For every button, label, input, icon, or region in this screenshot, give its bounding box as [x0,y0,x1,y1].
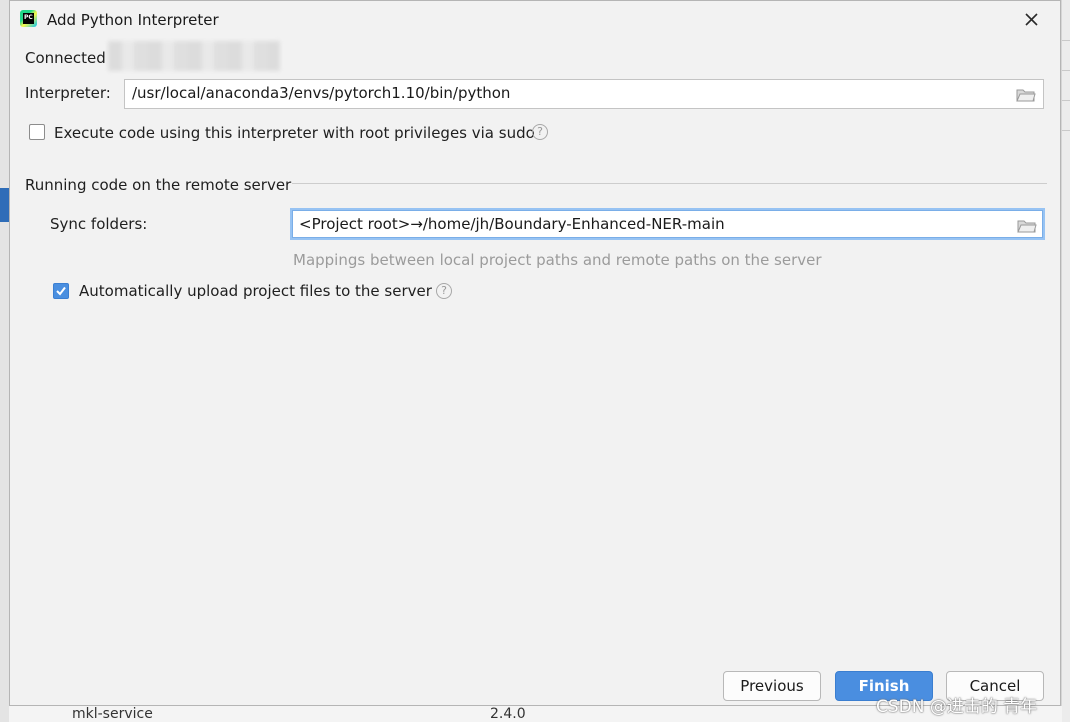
sync-folders-field[interactable]: <Project root>→/home/jh/Boundary-Enhance… [290,208,1045,240]
question-icon[interactable]: ? [532,124,548,140]
section-header: Running code on the remote server [25,176,292,194]
sudo-label: Execute code using this interpreter with… [54,124,535,142]
question-icon[interactable]: ? [436,283,452,299]
sync-folders-hint: Mappings between local project paths and… [293,251,822,269]
background-ide-panel-right [1062,0,1070,722]
background-divider [1062,40,1070,41]
dialog-title: Add Python Interpreter [47,11,219,29]
connected-label: Connected [25,49,106,67]
background-ide-panel [0,0,9,722]
background-package-version: 2.4.0 [490,706,526,722]
interpreter-label: Interpreter: [25,84,111,102]
background-divider [1062,130,1070,131]
redacted-host [108,41,280,71]
sync-folders-label: Sync folders: [50,215,148,233]
background-selected-item [0,188,9,222]
watermark: CSDN @进击的 青年 [876,697,1038,717]
auto-upload-label: Automatically upload project files to th… [79,282,432,300]
add-python-interpreter-dialog: Add Python Interpreter Connected Interpr… [9,0,1061,706]
background-divider [1062,70,1070,71]
section-divider [292,183,1047,184]
title-bar: Add Python Interpreter [10,1,1060,39]
background-package-name: mkl-service [72,706,153,722]
close-icon[interactable] [1020,9,1044,31]
folder-icon[interactable] [1016,87,1036,103]
previous-button[interactable]: Previous [723,671,821,701]
pycharm-icon [20,10,37,27]
folder-icon[interactable] [1017,218,1037,234]
interpreter-path-value: /usr/local/anaconda3/envs/pytorch1.10/bi… [132,84,511,102]
auto-upload-checkbox[interactable] [53,283,69,299]
sudo-checkbox[interactable] [29,124,45,140]
background-divider [1062,100,1070,101]
interpreter-path-field[interactable]: /usr/local/anaconda3/envs/pytorch1.10/bi… [124,79,1044,109]
sync-folders-value: <Project root>→/home/jh/Boundary-Enhance… [299,215,725,233]
